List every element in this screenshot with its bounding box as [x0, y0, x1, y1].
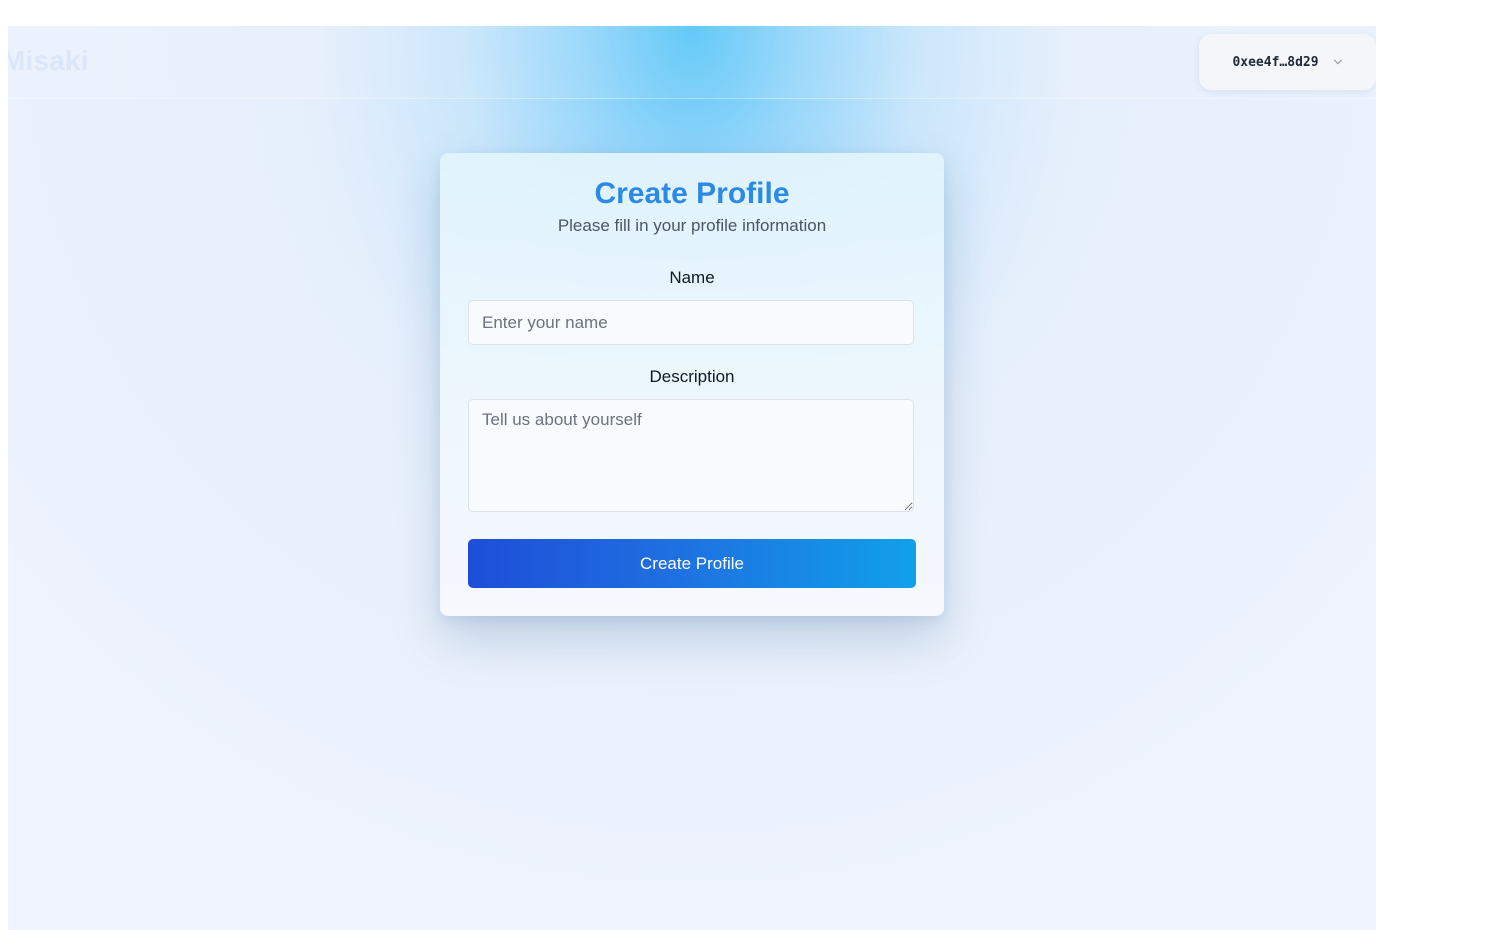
page-subtitle: Please fill in your profile information — [557, 216, 827, 235]
app-window: Misaki 0xee4f…8d29 Create Profile Please… — [8, 26, 1376, 930]
page-title: Create Profile — [594, 177, 790, 210]
brand-logo[interactable]: Misaki — [8, 45, 89, 77]
wallet-address: 0xee4f…8d29 — [1232, 54, 1319, 70]
name-input[interactable] — [468, 300, 914, 345]
wallet-button[interactable]: 0xee4f…8d29 — [1199, 34, 1376, 90]
description-textarea[interactable] — [468, 399, 914, 512]
name-label: Name — [669, 268, 715, 287]
top-bar: Misaki 0xee4f…8d29 — [8, 26, 1376, 99]
create-profile-card: Create Profile Please fill in your profi… — [440, 153, 944, 616]
description-label: Description — [649, 367, 735, 386]
chevron-down-icon — [1333, 59, 1342, 65]
create-profile-button[interactable]: Create Profile — [468, 539, 916, 588]
